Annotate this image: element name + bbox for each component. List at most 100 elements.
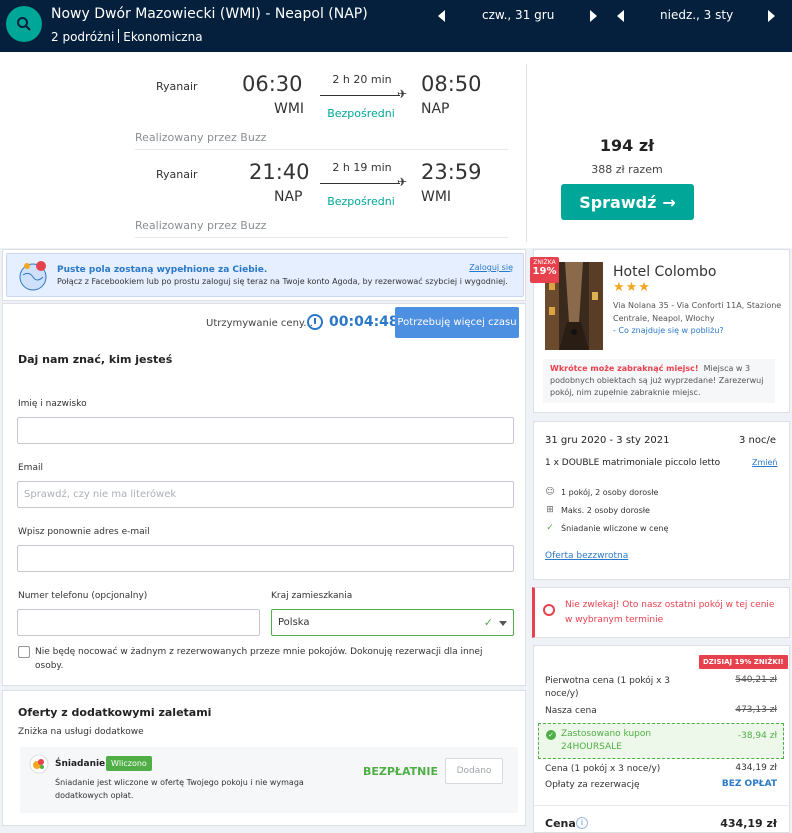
person-icon: ☺ [545,487,555,497]
outbound-date[interactable]: czw., 31 gru [482,8,554,22]
hotel-address: Via Nolana 35 - Via Conforti 11A, Stazio… [613,301,782,323]
outbound-operated-by: Realizowany przez Buzz [135,131,267,144]
flight-price: 194 zł [599,136,655,155]
email-confirm-field[interactable] [17,545,514,572]
form-heading: Daj nam znać, kim jesteś [18,353,173,366]
inbound-operated-by: Realizowany przez Buzz [135,219,267,232]
inbound-stops: Bezpośredni [327,195,395,208]
return-prev-date-icon[interactable] [617,10,624,22]
breakfast-icon [29,754,49,774]
country-label: Kraj zamieszkania [271,591,353,601]
email-confirm-label: Wpisz ponownie adres e-mail [18,527,150,537]
booking-for-other-checkbox[interactable] [18,646,30,658]
info-icon[interactable]: i [576,817,588,829]
return-date[interactable]: niedz., 3 sty [660,8,733,22]
room-price-value: 434,19 zł [735,763,777,773]
facebook-banner: Puste pola zostaną wypełnione za Ciebie.… [6,253,524,297]
today-discount-badge: DZISIAJ 19% ZNIŻKI! [699,655,788,669]
divider [533,805,790,806]
search-button[interactable] [6,6,42,42]
inbound-departure-code: NAP [274,189,303,205]
coupon-text: Zastosowano kupon 24HOURSALE [561,728,651,754]
need-more-time-button[interactable]: Potrzebuję więcej czasu [395,307,519,338]
route-subtitle[interactable]: 2 podróżni Ekonomiczna [51,29,203,44]
coupon-value: -38,94 zł [737,731,777,741]
outbound-duration: 2 h 20 min [332,73,392,86]
plane-icon: ✈ [397,175,408,189]
non-refundable-link[interactable]: Oferta bezzwrotna [545,551,628,561]
facebook-text: Połącz z Facebookiem lub po prostu zalog… [57,277,508,286]
last-room-line1: Nie zwlekaj! Oto nasz ostatni pokój w te… [565,600,775,610]
email-field[interactable]: Sprawdź, czy nie ma literówek [17,481,514,508]
name-label: Imię i nazwisko [18,399,87,409]
check-circle-icon: ✓ [546,730,556,740]
price-hold-timer: 00:04:48 [329,314,399,330]
star-rating: ★★★ [613,280,651,295]
divider [135,149,508,150]
nearby-link[interactable]: - Co znajduje się w pobliżu? [613,326,724,335]
email-label: Email [18,463,43,473]
inbound-arrival-code: WMI [421,189,452,205]
outbound-prev-date-icon[interactable] [438,10,445,22]
offers-heading: Oferty z dodatkowymi zaletami [18,706,212,719]
included-badge: Wliczono [106,756,152,771]
name-field[interactable] [17,417,514,444]
chevron-down-icon [499,621,507,626]
outbound-departure-code: WMI [274,101,305,117]
breakfast-added-button[interactable]: Dodano [445,758,503,784]
arrow-right-icon: → [662,192,676,212]
coupon-line1: Zastosowano kupon [561,729,652,739]
return-next-date-icon[interactable] [768,10,775,22]
search-header: Nowy Dwór Mazowiecki (WMI) - Neapol (NAP… [0,0,792,52]
route-title[interactable]: Nowy Dwór Mazowiecki (WMI) - Neapol (NAP… [51,6,368,22]
breakfast-offer: Śniadanie Wliczono Śniadanie jest wliczo… [20,747,518,813]
inbound-arrival-time: 23:59 [421,160,482,184]
discount-badge: ZNIŻKA 19% [530,257,559,283]
clock-icon [307,314,323,330]
flight-card: Ryanair 06:30 WMI 2 h 20 min ✈ Bezpośred… [0,52,792,248]
our-price-label: Nasza cena [545,706,597,716]
discount-badge-value: 19% [532,266,557,277]
room-price-label: Cena (1 pokój x 3 noce/y) [545,764,661,774]
separator [118,29,120,43]
feature-label: 1 pokój, 2 osoby dorosłe [561,487,659,497]
phone-field[interactable] [17,609,260,636]
our-price-value: 473,13 zł [735,705,777,715]
booking-fee-value: BEZ OPŁAT [721,779,777,789]
scarcity-title: Wkrótce może zabraknąć miejsc! [550,364,699,373]
last-room-line2: w wybranym terminie [565,615,664,625]
breakfast-price: BEZPŁATNIE [363,765,438,778]
hotel-name: Hotel Colombo [613,264,717,280]
stay-dates: 31 gru 2020 - 3 sty 2021 [545,435,670,446]
select-flight-label: Sprawdź [579,192,657,212]
price-hold-label: Utrzymywanie ceny... [206,318,313,329]
bed-icon: ⊞ [546,505,554,515]
scarcity-notice: Wkrótce może zabraknąć miejsc! Miejsca w… [543,359,775,403]
check-icon: ✓ [483,616,493,629]
cabin-class: Ekonomiczna [123,30,203,44]
feature-label: Maks. 2 osoby dorosłe [561,505,650,515]
change-room-link[interactable]: Zmień [752,458,778,467]
outbound-arrival-code: NAP [421,101,450,117]
facebook-title: Puste pola zostaną wypełnione za Ciebie. [57,265,268,275]
select-flight-button[interactable]: Sprawdź → [561,184,694,220]
offers-subheading: Zniżka na usługi dodatkowe [18,727,144,737]
stay-nights: 3 noc/e [739,435,777,446]
total-price-value: 434,19 zł [720,817,777,830]
outbound-flight-line [320,95,400,96]
outbound-next-date-icon[interactable] [590,10,597,22]
booking-for-other-label: Nie będę nocować w żadnym z rezerwowanyc… [35,647,483,671]
alert-icon [543,604,555,616]
coupon-applied: ✓ Zastosowano kupon 24HOURSALE -38,94 zł [538,723,784,759]
country-select[interactable]: Polska ✓ [271,609,514,636]
travellers-count: 2 podróżni [51,30,115,44]
inbound-flight-line [320,183,400,184]
login-link[interactable]: Zaloguj się [469,263,513,272]
coupon-code: 24HOURSALE [561,742,622,752]
room-type: 1 x DOUBLE matrimoniale piccolo letto [545,458,721,468]
outbound-stops: Bezpośredni [327,107,395,120]
breakfast-name: Śniadanie [55,759,106,769]
total-price-label: Cena [545,817,576,830]
original-price-value: 540,21 zł [735,675,777,685]
divider [135,237,508,238]
